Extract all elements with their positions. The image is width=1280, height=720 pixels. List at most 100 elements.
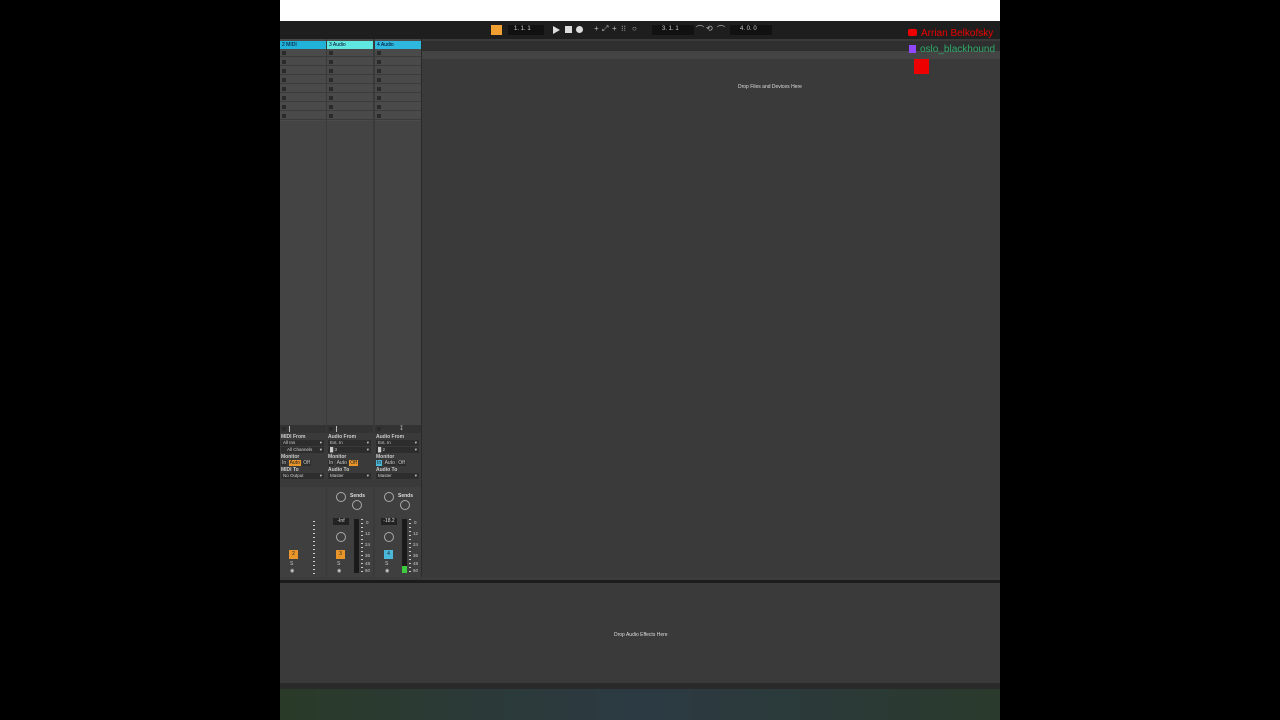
track-activator-button[interactable]: 2 bbox=[289, 550, 298, 559]
stop-button-icon[interactable] bbox=[377, 96, 381, 100]
capture-icon[interactable]: ⁝⁝ bbox=[621, 24, 626, 33]
arm-button-icon[interactable]: ◉ bbox=[337, 568, 341, 574]
clip-slot[interactable] bbox=[375, 58, 421, 66]
stop-button-icon[interactable] bbox=[329, 114, 333, 118]
clip-slot[interactable] bbox=[327, 94, 373, 102]
send-b-knob-icon[interactable] bbox=[352, 500, 362, 510]
stop-button-icon[interactable] bbox=[329, 87, 333, 91]
stop-all-icon[interactable] bbox=[329, 427, 333, 431]
clip-slot[interactable] bbox=[280, 76, 326, 84]
track-title[interactable]: 4 Audio bbox=[375, 41, 421, 49]
stop-all-icon[interactable] bbox=[282, 427, 286, 431]
clip-slot[interactable] bbox=[280, 49, 326, 57]
record-icon[interactable] bbox=[576, 26, 583, 33]
monitor-auto-button[interactable]: Auto bbox=[288, 460, 301, 466]
punch-out-icon[interactable]: ⌒ bbox=[717, 24, 725, 35]
clip-slot[interactable] bbox=[280, 103, 326, 111]
send-a-knob-icon[interactable] bbox=[384, 492, 394, 502]
io-to-select[interactable]: Master ▾ bbox=[328, 473, 371, 479]
clip-slot[interactable] bbox=[375, 76, 421, 84]
clip-slot[interactable] bbox=[327, 76, 373, 84]
stop-button-icon[interactable] bbox=[329, 51, 333, 55]
stop-button-icon[interactable] bbox=[282, 78, 286, 82]
io-to-select[interactable]: No Output ▾ bbox=[281, 473, 324, 479]
stop-button-icon[interactable] bbox=[377, 87, 381, 91]
monitor-in-button[interactable]: In bbox=[328, 460, 335, 466]
stop-button-icon[interactable] bbox=[377, 78, 381, 82]
volume-readout[interactable]: -18.2 bbox=[381, 518, 397, 525]
clip-slot[interactable] bbox=[327, 103, 373, 111]
clip-slot[interactable] bbox=[375, 67, 421, 75]
clip-slot[interactable] bbox=[375, 85, 421, 93]
re-enable-automation-icon[interactable]: + bbox=[612, 24, 617, 33]
send-a-knob-icon[interactable] bbox=[336, 492, 346, 502]
arm-button-icon[interactable]: ◉ bbox=[290, 568, 294, 574]
monitor-in-button[interactable]: In bbox=[281, 460, 288, 466]
solo-button[interactable]: S bbox=[337, 561, 340, 567]
clip-slot[interactable] bbox=[327, 85, 373, 93]
clip-slot[interactable] bbox=[327, 58, 373, 66]
stop-all-icon[interactable] bbox=[377, 427, 381, 431]
clip-slot[interactable] bbox=[280, 112, 326, 120]
clip-slot[interactable] bbox=[375, 112, 421, 120]
clip-slot[interactable] bbox=[280, 58, 326, 66]
stop-button-icon[interactable] bbox=[282, 114, 286, 118]
monitor-off-button[interactable]: Off bbox=[397, 460, 406, 466]
io-channel-select[interactable]: All Channels ▾ bbox=[281, 447, 324, 453]
clip-slot[interactable] bbox=[375, 49, 421, 57]
solo-button[interactable]: S bbox=[290, 561, 293, 567]
stop-button-icon[interactable] bbox=[282, 51, 286, 55]
stop-button-icon[interactable] bbox=[377, 105, 381, 109]
pan-knob-icon[interactable] bbox=[384, 532, 394, 542]
io-from-select[interactable]: All Ins ▾ bbox=[281, 440, 324, 446]
monitor-in-button[interactable]: In bbox=[376, 460, 383, 466]
loop-icon[interactable]: ⟲ bbox=[706, 24, 713, 33]
pan-knob-icon[interactable] bbox=[336, 532, 346, 542]
stop-button-icon[interactable] bbox=[377, 114, 381, 118]
loop-length-box[interactable]: 4. 0. 0 bbox=[730, 25, 772, 35]
clip-slot[interactable] bbox=[280, 94, 326, 102]
clip-slot[interactable] bbox=[280, 85, 326, 93]
clip-slot[interactable] bbox=[375, 94, 421, 102]
song-position-box[interactable]: 1. 1. 1 bbox=[508, 25, 544, 35]
stop-button-icon[interactable] bbox=[282, 96, 286, 100]
io-channel-select[interactable]: █ 2 ▾ bbox=[376, 447, 419, 453]
send-b-knob-icon[interactable] bbox=[400, 500, 410, 510]
play-icon[interactable] bbox=[553, 26, 560, 34]
monitor-auto-button[interactable]: Auto bbox=[335, 460, 348, 466]
stop-button-icon[interactable] bbox=[282, 87, 286, 91]
volume-readout[interactable]: -Inf bbox=[333, 518, 349, 525]
clip-slot[interactable] bbox=[327, 49, 373, 57]
monitor-off-button[interactable]: Off bbox=[302, 460, 311, 466]
stop-button-icon[interactable] bbox=[377, 60, 381, 64]
clip-slot[interactable] bbox=[327, 112, 373, 120]
clip-slot[interactable] bbox=[375, 103, 421, 111]
clip-slot[interactable] bbox=[327, 67, 373, 75]
monitor-off-button[interactable]: Off bbox=[349, 460, 358, 466]
stop-button-icon[interactable] bbox=[282, 60, 286, 64]
session-record-icon[interactable]: ○ bbox=[632, 24, 637, 33]
stop-button-icon[interactable] bbox=[282, 69, 286, 73]
io-to-select[interactable]: Master ▾ bbox=[376, 473, 419, 479]
loop-start-box[interactable]: 3. 1. 1 bbox=[652, 25, 694, 35]
track-activator-button[interactable]: 4 bbox=[384, 550, 393, 559]
stop-button-icon[interactable] bbox=[329, 105, 333, 109]
stop-button-icon[interactable] bbox=[329, 96, 333, 100]
follow-button[interactable] bbox=[491, 25, 502, 35]
stop-button-icon[interactable] bbox=[282, 105, 286, 109]
stop-button-icon[interactable] bbox=[377, 51, 381, 55]
solo-button[interactable]: S bbox=[385, 561, 388, 567]
io-from-select[interactable]: Ext. In ▾ bbox=[376, 440, 419, 446]
track-title[interactable]: 3 Audio bbox=[327, 41, 373, 49]
track-title[interactable]: 2 MIDI bbox=[280, 41, 326, 49]
stop-icon[interactable] bbox=[565, 26, 572, 33]
arm-button-icon[interactable]: ◉ bbox=[385, 568, 389, 574]
stop-button-icon[interactable] bbox=[377, 69, 381, 73]
device-view[interactable]: Drop Audio Effects Here bbox=[280, 580, 1000, 683]
track-activator-button[interactable]: 3 bbox=[336, 550, 345, 559]
stop-button-icon[interactable] bbox=[329, 69, 333, 73]
automation-arm-icon[interactable]: ⤢ bbox=[602, 24, 608, 34]
overdub-icon[interactable]: + bbox=[594, 24, 599, 33]
monitor-auto-button[interactable]: Auto bbox=[383, 460, 396, 466]
punch-in-icon[interactable]: ⌒ bbox=[696, 24, 704, 35]
